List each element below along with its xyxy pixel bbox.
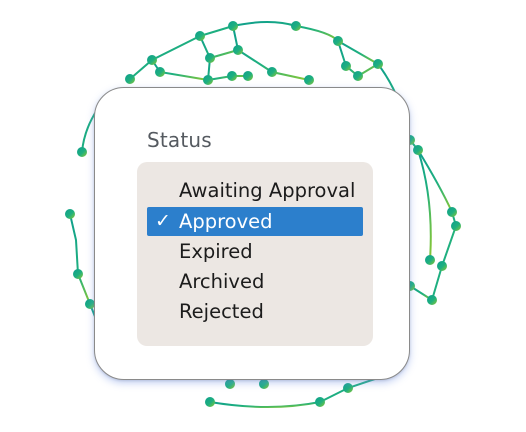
option-label: Awaiting Approval <box>179 179 356 202</box>
checkmark-icon: ✓ <box>155 210 171 232</box>
option-awaiting-approval[interactable]: Awaiting Approval <box>147 176 363 205</box>
stage: Status Awaiting Approval ✓ Approved Expi… <box>0 0 526 432</box>
option-rejected[interactable]: Rejected <box>147 297 363 326</box>
option-label: Approved <box>179 210 273 233</box>
status-card: Status Awaiting Approval ✓ Approved Expi… <box>94 87 410 380</box>
option-label: Archived <box>179 270 265 293</box>
option-archived[interactable]: Archived <box>147 267 363 296</box>
option-label: Expired <box>179 240 253 263</box>
option-label: Rejected <box>179 300 264 323</box>
option-expired[interactable]: Expired <box>147 237 363 266</box>
status-listbox[interactable]: Awaiting Approval ✓ Approved Expired Arc… <box>137 162 373 346</box>
status-label: Status <box>147 128 212 152</box>
option-approved[interactable]: ✓ Approved <box>147 207 363 236</box>
